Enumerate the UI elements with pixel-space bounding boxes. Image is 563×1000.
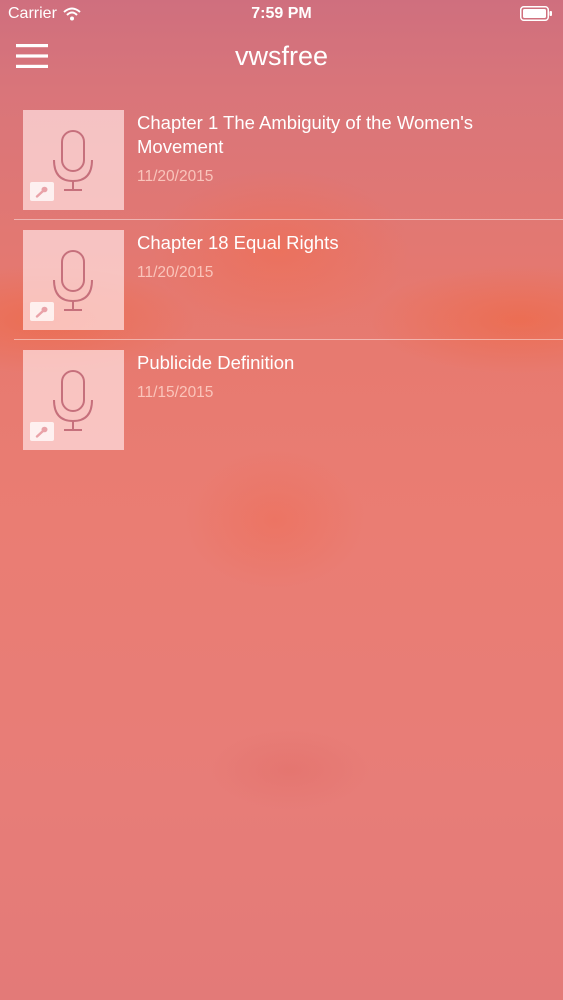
recording-date: 11/20/2015: [137, 264, 214, 281]
status-time: 7:59 PM: [251, 5, 312, 22]
mic-badge-icon: [30, 182, 54, 201]
recording-thumbnail: [23, 110, 124, 210]
recording-text: Chapter 1 The Ambiguity of the Women's M…: [137, 111, 537, 187]
recording-thumbnail: [23, 230, 124, 330]
battery-icon: [520, 6, 552, 21]
recording-thumbnail: [23, 350, 124, 450]
list-item[interactable]: Chapter 1 The Ambiguity of the Women's M…: [0, 100, 563, 219]
recording-date: 11/15/2015: [137, 384, 214, 401]
recordings-list: Chapter 1 The Ambiguity of the Women's M…: [0, 100, 563, 459]
recording-date: 11/20/2015: [137, 168, 214, 185]
mic-badge-icon: [30, 422, 54, 441]
recording-text: Publicide Definition 11/15/2015: [137, 351, 537, 403]
mic-badge-icon: [30, 302, 54, 321]
microphone-icon: [53, 250, 93, 311]
recording-title: Publicide Definition: [137, 352, 295, 373]
navigation-bar: vwsfree: [0, 28, 563, 88]
list-item[interactable]: Chapter 18 Equal Rights 11/20/2015: [14, 219, 563, 339]
recording-title: Chapter 1 The Ambiguity of the Women's M…: [137, 112, 474, 157]
recording-text: Chapter 18 Equal Rights 11/20/2015: [137, 231, 537, 283]
microphone-icon: [53, 370, 93, 431]
list-item[interactable]: Publicide Definition 11/15/2015: [14, 339, 563, 459]
page-title: vwsfree: [234, 41, 329, 71]
microphone-icon: [53, 130, 93, 191]
status-bar: Carrier 7:59 PM: [0, 0, 563, 28]
recording-title: Chapter 18 Equal Rights: [137, 232, 339, 253]
